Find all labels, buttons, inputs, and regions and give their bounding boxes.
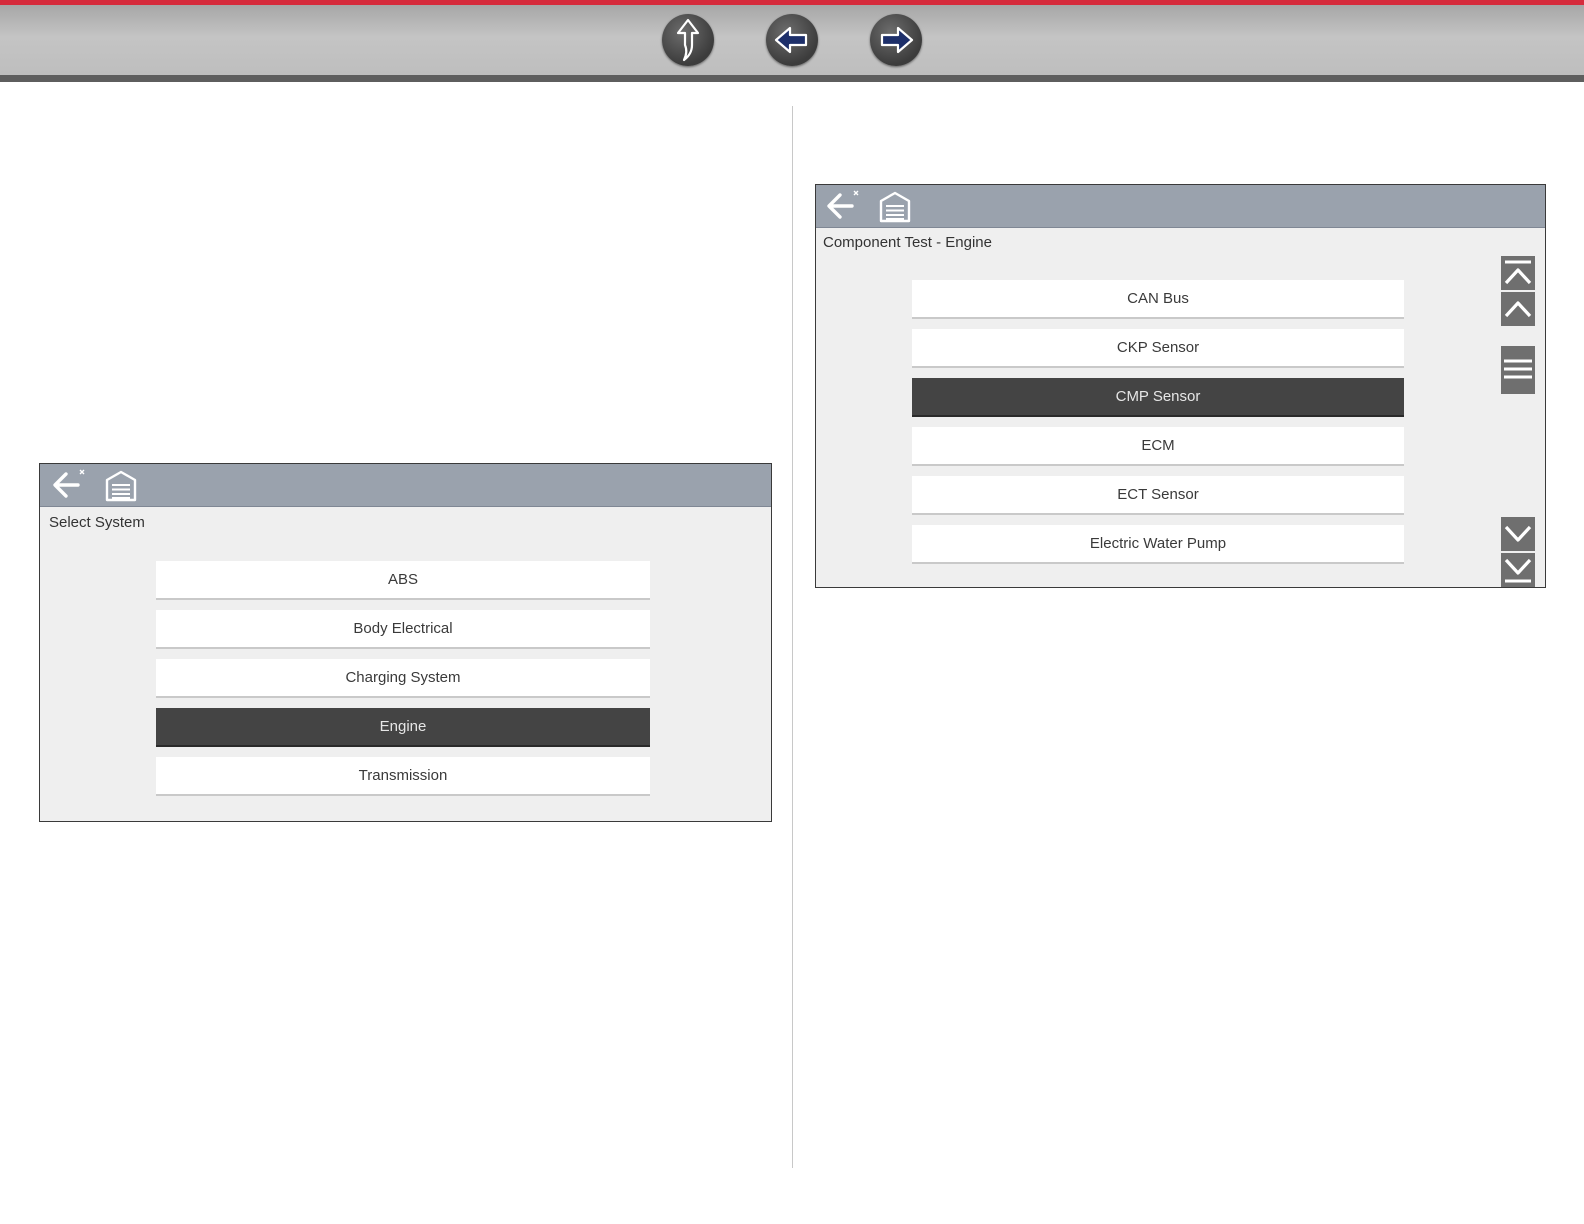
- back-icon: [53, 469, 85, 498]
- forward-arrow-button[interactable]: [870, 14, 922, 66]
- back-button[interactable]: [50, 467, 92, 508]
- list-item[interactable]: Engine: [156, 708, 650, 747]
- top-nav-bar: [0, 0, 1584, 82]
- scroll-thumb-grip-icon: [1504, 359, 1532, 379]
- home-button[interactable]: [876, 188, 914, 229]
- list-item[interactable]: Transmission: [156, 757, 650, 796]
- scroll-bottom-button[interactable]: [1501, 553, 1535, 587]
- home-garage-icon: [879, 191, 911, 223]
- up-arrow-button[interactable]: [662, 14, 714, 66]
- screen-toolbar: [40, 464, 771, 507]
- component-test-screen: Component Test - Engine CAN Bus CKP Senso…: [815, 184, 1546, 588]
- forward-arrow-icon: [880, 26, 914, 54]
- home-button[interactable]: [102, 467, 140, 508]
- scroll-top-icon: [1504, 260, 1532, 285]
- screen-toolbar: [816, 185, 1545, 228]
- list-item[interactable]: CAN Bus: [912, 280, 1404, 319]
- scroll-bottom-icon: [1504, 558, 1532, 583]
- list-item[interactable]: Charging System: [156, 659, 650, 698]
- scroll-top-button[interactable]: [1501, 256, 1535, 290]
- list-item[interactable]: Electric Water Pump: [912, 525, 1404, 564]
- scroll-down-icon: [1504, 525, 1532, 542]
- back-arrow-button[interactable]: [766, 14, 818, 66]
- back-button[interactable]: [824, 188, 866, 229]
- list-item[interactable]: CKP Sensor: [912, 329, 1404, 368]
- top-bar-bottom-edge: [0, 75, 1584, 82]
- screen-title: Component Test - Engine: [823, 234, 992, 251]
- list-item[interactable]: Body Electrical: [156, 610, 650, 649]
- select-system-screen: Select System ABS Body Electrical Charging…: [39, 463, 772, 822]
- column-divider: [792, 106, 793, 1168]
- list-item[interactable]: ECM: [912, 427, 1404, 466]
- list-item[interactable]: ABS: [156, 561, 650, 600]
- screen-title: Select System: [49, 514, 145, 531]
- list-item[interactable]: CMP Sensor: [912, 378, 1404, 417]
- back-arrow-icon: [774, 26, 808, 54]
- list-item[interactable]: ECT Sensor: [912, 476, 1404, 515]
- up-arrow-icon: [676, 18, 700, 62]
- scroll-up-button[interactable]: [1501, 292, 1535, 326]
- scroll-down-button[interactable]: [1501, 517, 1535, 551]
- scroll-thumb[interactable]: [1501, 346, 1535, 394]
- top-accent-line: [0, 0, 1584, 5]
- scroll-up-icon: [1504, 301, 1532, 318]
- back-icon: [827, 190, 859, 219]
- home-garage-icon: [105, 470, 137, 502]
